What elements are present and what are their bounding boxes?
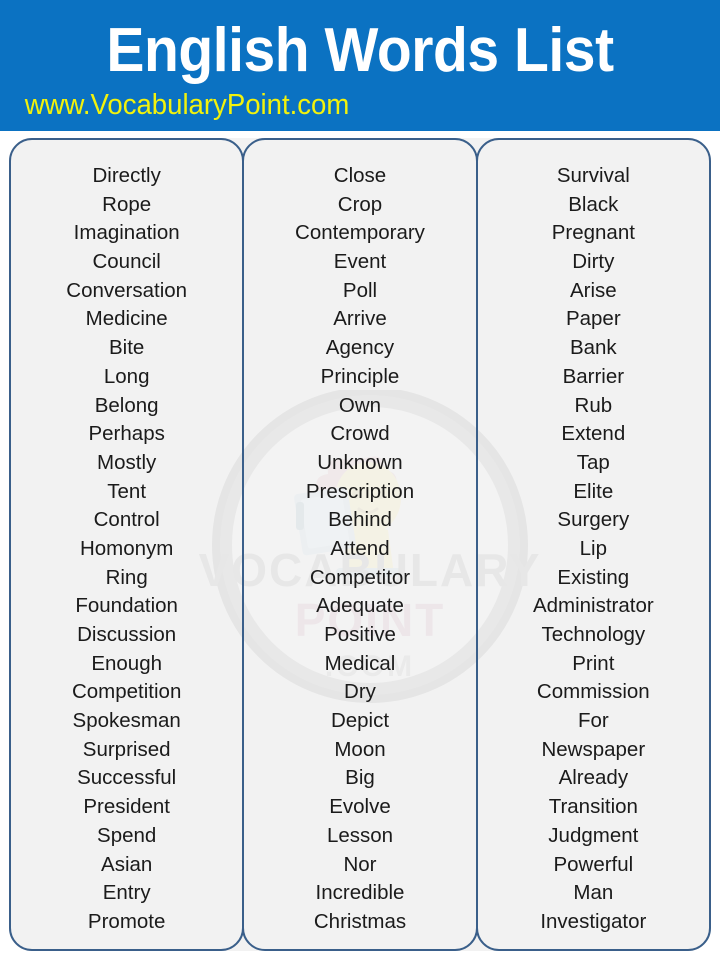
- word-item: Positive: [324, 623, 396, 646]
- word-item: Medical: [324, 651, 396, 675]
- word-item: Existing: [557, 565, 630, 589]
- word-item: Ring: [105, 565, 148, 589]
- word-item: Arise: [569, 278, 617, 302]
- word-item: President: [83, 795, 170, 819]
- word-item: Bite: [109, 336, 145, 360]
- word-item: Discussion: [77, 623, 177, 646]
- word-item: Contemporary: [295, 221, 425, 245]
- word-item: Crowd: [330, 422, 390, 446]
- page-title: English Words List: [106, 16, 614, 85]
- word-item: Competition: [71, 680, 182, 704]
- word-item: Pregnant: [551, 221, 635, 245]
- word-item: Incredible: [315, 881, 405, 905]
- word-item: Dirty: [572, 250, 615, 274]
- word-item: Paper: [565, 307, 621, 331]
- word-item: Crop: [337, 192, 383, 216]
- word-item: Big: [345, 766, 375, 790]
- word-item: Mostly: [97, 450, 157, 474]
- word-list-poster: English Words List www.VocabularyPoint.c…: [0, 0, 720, 960]
- word-item: Asian: [101, 852, 153, 876]
- word-item: Tent: [107, 479, 147, 503]
- word-item: Tap: [576, 450, 610, 474]
- word-item: Principle: [320, 364, 400, 388]
- word-item: Conversation: [66, 278, 188, 302]
- word-column-3: Survival Black Pregnant Dirty Arise Pape…: [475, 138, 711, 951]
- word-item: Transition: [548, 795, 638, 819]
- word-item: Agency: [325, 336, 395, 360]
- word-item: Commission: [536, 680, 650, 704]
- word-item: Arrive: [333, 307, 387, 331]
- word-item: Entry: [102, 881, 151, 905]
- word-item: Nor: [343, 852, 377, 876]
- word-item: Extend: [561, 422, 626, 446]
- word-item: Own: [338, 393, 382, 417]
- word-item: Adequate: [316, 594, 404, 618]
- word-item: Survival: [556, 164, 630, 187]
- word-column-1: Directly Rope Imagination Council Conver…: [9, 138, 245, 951]
- word-item: Control: [93, 508, 160, 532]
- word-item: Bank: [569, 336, 617, 360]
- word-columns: Directly Rope Imagination Council Conver…: [9, 138, 711, 951]
- word-item: Investigator: [540, 909, 647, 933]
- word-item: Behind: [328, 508, 392, 532]
- word-item: Surprised: [82, 737, 171, 761]
- word-item: Rub: [574, 393, 613, 417]
- site-url-label: www.VocabularyPoint.com: [24, 89, 350, 121]
- word-item: Technology: [541, 623, 646, 646]
- word-item: Imagination: [73, 221, 180, 245]
- word-item: Homonym: [79, 536, 174, 560]
- word-item: Medicine: [85, 307, 168, 331]
- word-item: Rope: [102, 192, 152, 216]
- word-item: Surgery: [557, 508, 630, 532]
- word-item: Long: [103, 364, 150, 388]
- word-item: Competitor: [309, 565, 411, 589]
- word-item: Spokesman: [72, 709, 181, 733]
- word-item: Evolve: [329, 795, 391, 819]
- word-item: Christmas: [313, 909, 407, 933]
- page-header: English Words List www.VocabularyPoint.c…: [0, 0, 720, 131]
- word-item: Foundation: [75, 594, 178, 618]
- word-item: Event: [333, 250, 387, 274]
- word-item: Promote: [87, 909, 166, 933]
- word-item: Successful: [77, 766, 177, 790]
- word-item: Lip: [579, 536, 607, 560]
- word-item: Spend: [97, 823, 157, 847]
- word-item: Judgment: [548, 823, 639, 847]
- word-item: Enough: [91, 651, 162, 675]
- word-item: Newspaper: [541, 737, 646, 761]
- word-item: Powerful: [553, 852, 634, 876]
- word-item: Dry: [344, 680, 376, 704]
- word-item: Already: [558, 766, 629, 790]
- word-item: Elite: [573, 479, 614, 503]
- word-column-2: Close Crop Contemporary Event Poll Arriv…: [242, 138, 478, 951]
- word-item: Depict: [330, 709, 390, 733]
- word-item: Attend: [330, 536, 390, 560]
- word-item: Man: [573, 881, 614, 905]
- word-item: Print: [572, 651, 615, 675]
- word-item: Lesson: [326, 823, 394, 847]
- word-item: Directly: [92, 164, 161, 187]
- word-item: Perhaps: [88, 422, 165, 446]
- word-item: Black: [568, 192, 619, 216]
- word-item: Prescription: [305, 479, 415, 503]
- word-item: Administrator: [532, 594, 654, 618]
- word-item: Moon: [334, 737, 386, 761]
- word-item: Unknown: [317, 450, 403, 474]
- word-item: Council: [92, 250, 161, 274]
- word-item: For: [577, 709, 609, 733]
- word-item: Barrier: [562, 364, 625, 388]
- word-item: Close: [333, 164, 387, 187]
- word-item: Belong: [94, 393, 159, 417]
- word-item: Poll: [342, 278, 378, 302]
